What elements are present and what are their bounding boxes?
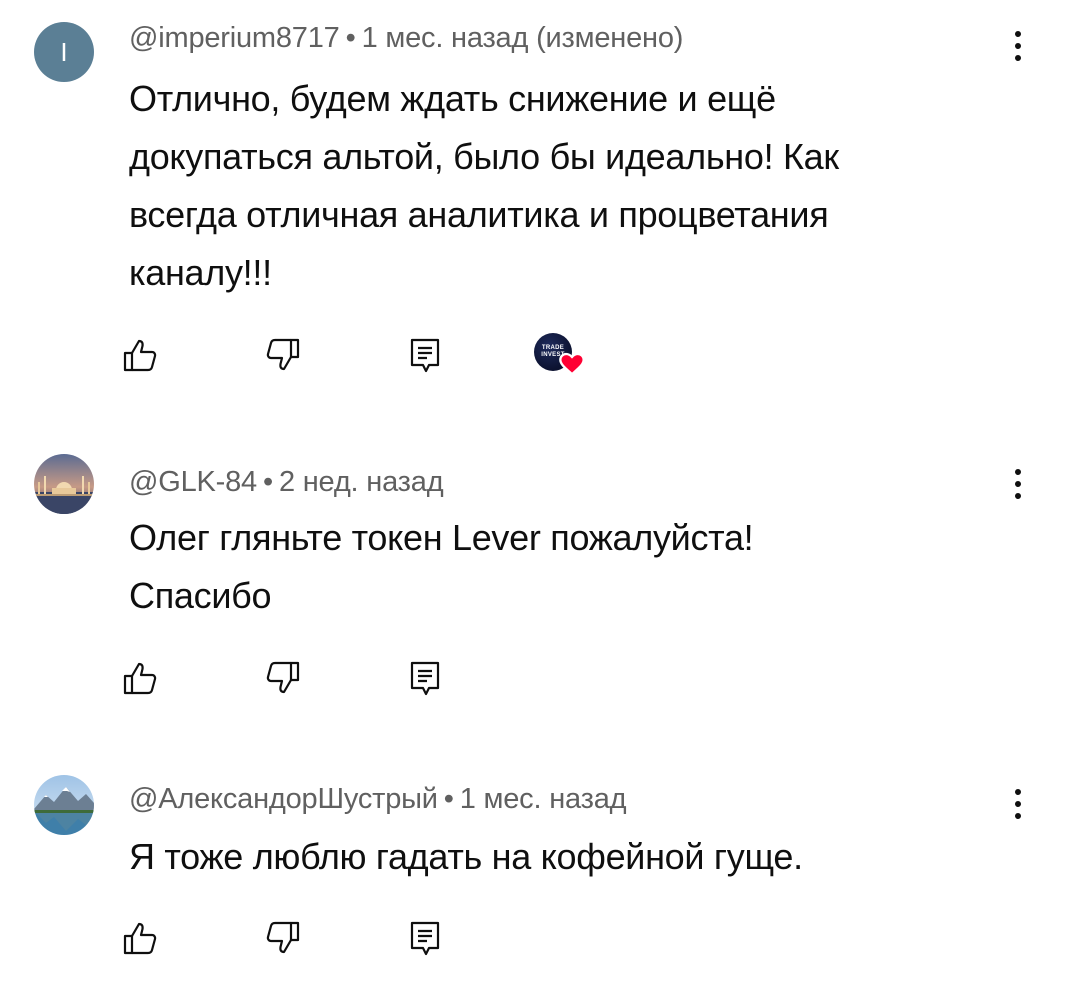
comment-author[interactable]: @GLK-84 [129,466,257,498]
like-button[interactable] [112,327,168,383]
comment-text: Я тоже люблю гадать на кофейной гуще. [129,828,989,886]
comment-meta: @АлександорШустрый • 1 мес. назад [129,783,627,816]
like-button[interactable] [112,910,168,966]
comment-meta: @GLK-84 • 2 нед. назад [129,466,444,499]
thumb-down-icon [266,338,300,371]
reply-button[interactable] [397,910,453,966]
reply-comment-icon [410,921,440,956]
more-vertical-icon[interactable] [1000,782,1036,826]
thumb-up-icon [123,662,157,695]
reply-comment-icon [410,661,440,696]
meta-separator: • [262,466,273,498]
thumb-down-icon [266,661,300,694]
dislike-button[interactable] [255,650,311,706]
thumb-down-icon [266,921,300,954]
avatar[interactable] [34,454,94,514]
comment-text-line: всегда отличная аналитика и процветания [129,194,829,235]
heart-icon [559,352,585,376]
comment-meta: @imperium8717 • 1 мес. назад (изменено) [129,22,683,55]
meta-separator: • [345,22,356,54]
creator-heart: TRADE INVEST [532,331,592,381]
avatar-letter: I [60,36,68,67]
comment-text-line: Отлично, будем ждать снижение и ещё [129,78,776,119]
reply-button[interactable] [397,327,453,383]
comment-text-line: каналу!!! [129,252,272,293]
comment-author[interactable]: @АлександорШустрый [129,783,438,815]
dislike-button[interactable] [255,327,311,383]
comment-text-line: докупаться альтой, было бы идеально! Как [129,136,839,177]
like-button[interactable] [112,650,168,706]
comment-text-line: Олег гляньте токен Lever пожалуйста! [129,517,754,558]
avatar[interactable]: I [34,22,94,82]
comment-time[interactable]: 1 мес. назад [362,22,529,54]
more-vertical-icon[interactable] [1000,462,1036,506]
comment-text-line: Спасибо [129,575,272,616]
comment-text-line: Я тоже люблю гадать на кофейной гуще. [129,836,803,877]
mosque-avatar-image [34,454,94,514]
comment-edited-label: (изменено) [536,22,684,54]
comment-time[interactable]: 2 нед. назад [279,466,444,498]
dislike-button[interactable] [255,910,311,966]
comment-author[interactable]: @imperium8717 [129,22,340,54]
meta-separator: • [443,783,454,815]
comment-time[interactable]: 1 мес. назад [460,783,627,815]
reply-button[interactable] [397,650,453,706]
comment-text: Отлично, будем ждать снижение и ещё доку… [129,70,989,302]
thumb-up-icon [123,922,157,955]
mountain-lake-avatar-image [34,775,94,835]
more-vertical-icon[interactable] [1000,24,1036,68]
avatar[interactable] [34,775,94,835]
thumb-up-icon [123,339,157,372]
comment-text: Олег гляньте токен Lever пожалуйста! Спа… [129,509,989,625]
reply-comment-icon [410,338,440,373]
